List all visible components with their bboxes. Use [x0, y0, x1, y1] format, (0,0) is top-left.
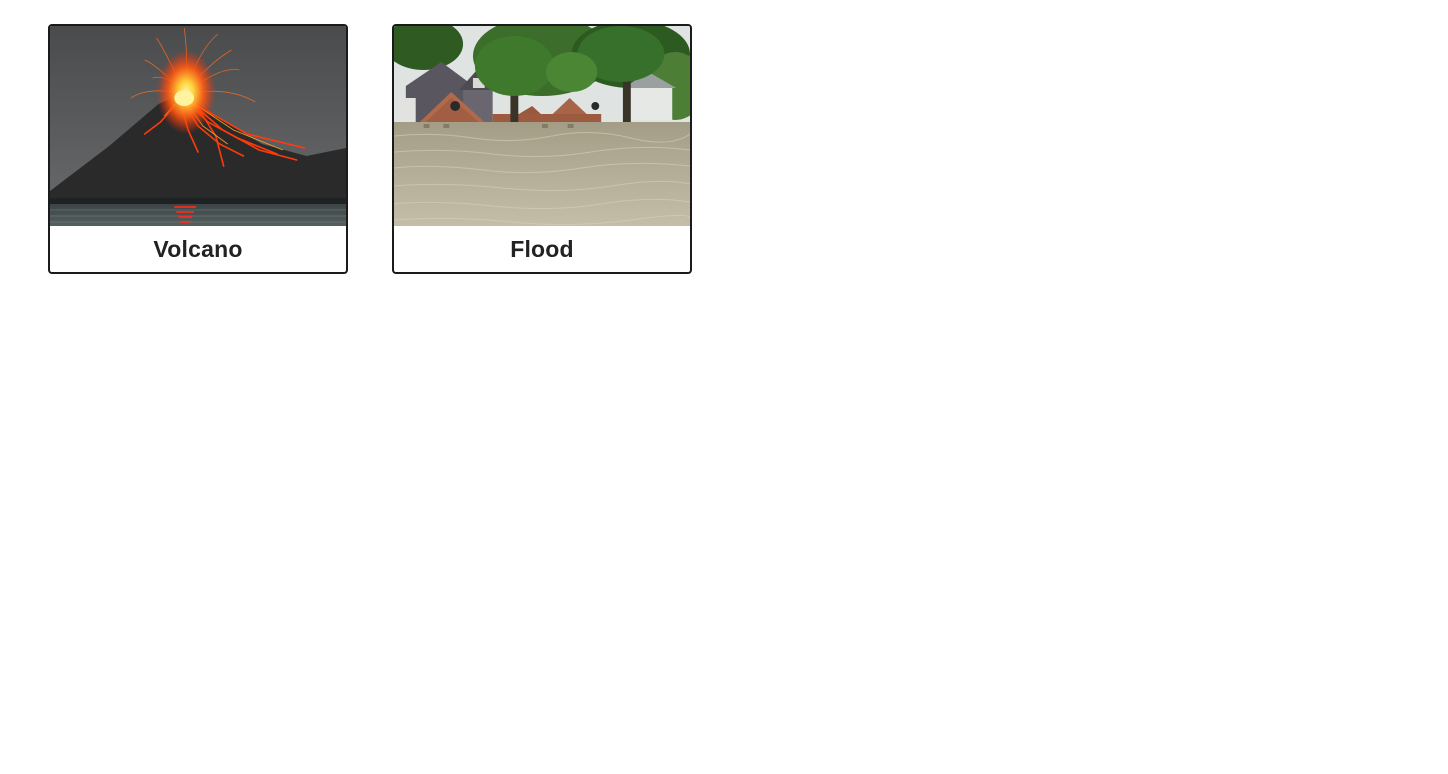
volcano-image: [50, 26, 346, 226]
card-flood[interactable]: Flood: [392, 24, 692, 274]
disaster-card-grid: Volcano Flood: [48, 24, 692, 274]
flood-image: [394, 26, 690, 226]
card-label: Volcano: [153, 235, 243, 262]
card-label: Flood: [510, 235, 574, 262]
card-volcano[interactable]: Volcano: [48, 24, 348, 274]
